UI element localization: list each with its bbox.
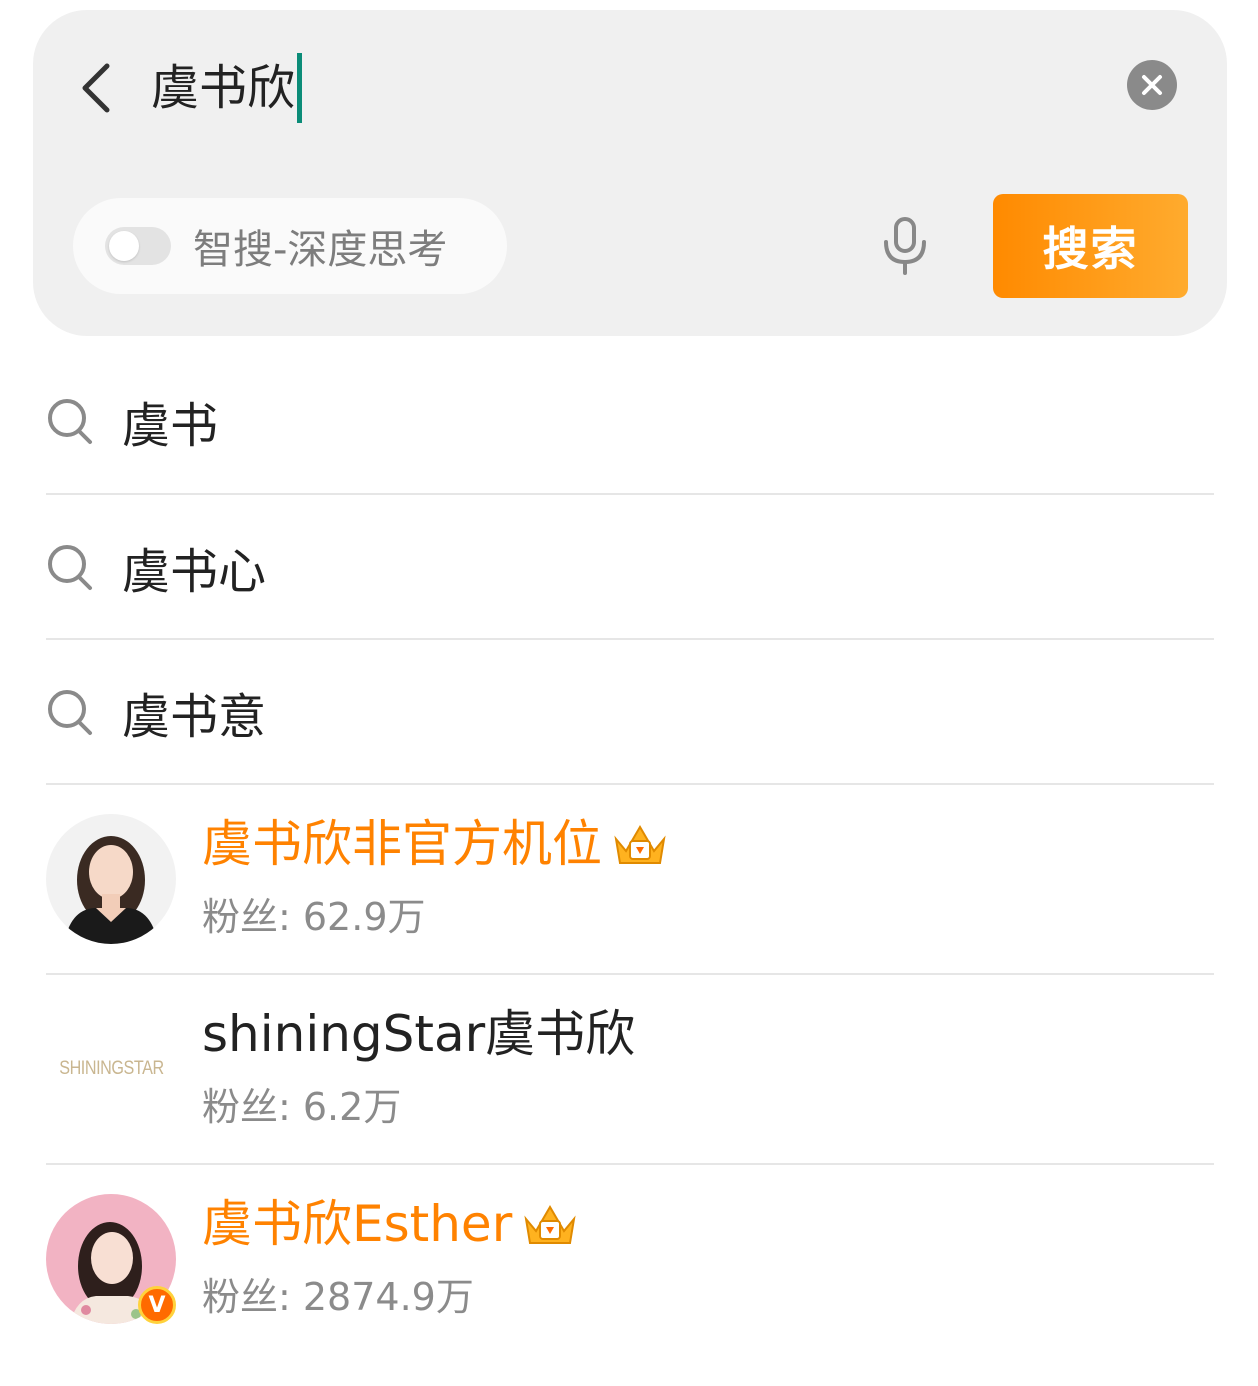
user-name-text: 虞书欣非官方机位	[202, 815, 602, 873]
vip-crown-icon	[614, 825, 666, 864]
suggestion-item[interactable]: 虞书意	[46, 639, 1214, 784]
fans-count: 粉丝: 62.9万	[202, 895, 426, 939]
avatar-logo-text: SHININGSTAR	[58, 1058, 164, 1079]
back-button[interactable]	[67, 58, 127, 118]
close-icon	[1142, 75, 1162, 95]
microphone-icon	[884, 217, 926, 275]
search-input[interactable]: 虞书欣	[151, 53, 303, 123]
avatar	[46, 814, 176, 944]
clear-button[interactable]	[1127, 60, 1177, 110]
ai-deep-think-toggle[interactable]: 智搜-深度思考	[73, 198, 507, 294]
suggestion-item[interactable]: 虞书心	[46, 494, 1214, 639]
user-result-row[interactable]: SHININGSTAR shiningStar虞书欣 粉丝: 6.2万	[46, 974, 1214, 1164]
suggestion-text: 虞书	[122, 397, 219, 454]
vip-crown-icon	[524, 1205, 576, 1244]
fans-count: 粉丝: 2874.9万	[202, 1275, 474, 1319]
text-cursor	[297, 53, 303, 123]
suggestion-item[interactable]: 虞书	[46, 348, 1214, 493]
search-query-text: 虞书欣	[151, 60, 296, 116]
search-icon	[48, 689, 92, 735]
search-icon	[48, 398, 92, 444]
toggle-switch[interactable]	[105, 227, 171, 265]
voice-search-button[interactable]	[875, 214, 935, 278]
chevron-left-icon	[82, 63, 110, 113]
fans-count: 粉丝: 6.2万	[202, 1085, 402, 1129]
toggle-knob	[109, 231, 139, 261]
verified-badge-icon: V	[138, 1286, 176, 1324]
user-name: shiningStar虞书欣	[202, 1002, 635, 1066]
search-panel: 虞书欣 智搜-深度思考 搜索	[33, 10, 1227, 336]
search-submit-button[interactable]: 搜索	[993, 194, 1188, 298]
user-name-text: 虞书欣Esther	[202, 1195, 513, 1253]
user-name: 虞书欣Esther	[202, 1192, 580, 1256]
user-name-text: shiningStar虞书欣	[202, 1005, 636, 1063]
suggestion-text: 虞书意	[122, 688, 267, 745]
ai-toggle-label: 智搜-深度思考	[193, 227, 448, 273]
user-result-row[interactable]: 虞书欣非官方机位 粉丝: 62.9万	[46, 784, 1214, 974]
user-result-row[interactable]: V 虞书欣Esther 粉丝: 2874.9万	[46, 1164, 1214, 1354]
search-icon	[48, 544, 92, 590]
avatar: SHININGSTAR	[46, 1004, 176, 1134]
suggestion-text: 虞书心	[122, 543, 267, 600]
user-name: 虞书欣非官方机位	[202, 812, 670, 876]
